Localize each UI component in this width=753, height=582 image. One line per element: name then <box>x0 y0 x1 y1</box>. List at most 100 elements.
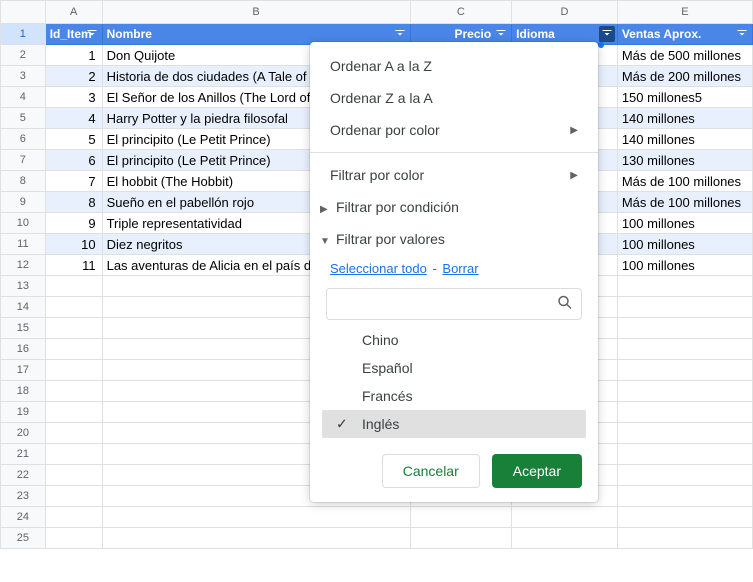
cell[interactable] <box>45 444 102 465</box>
cell[interactable] <box>617 381 752 402</box>
row-header[interactable]: 16 <box>1 339 46 360</box>
cell[interactable] <box>617 276 752 297</box>
cell[interactable] <box>102 507 410 528</box>
cell[interactable] <box>410 528 512 549</box>
cell[interactable]: 1 <box>45 45 102 66</box>
row-header[interactable]: 13 <box>1 276 46 297</box>
row-header[interactable]: 4 <box>1 87 46 108</box>
row-header-1[interactable]: 1 <box>1 24 46 45</box>
filter-by-condition[interactable]: ▶Filtrar por condición <box>310 191 598 223</box>
sort-az[interactable]: Ordenar A a la Z <box>310 50 598 82</box>
cell[interactable]: 9 <box>45 213 102 234</box>
cell[interactable] <box>45 423 102 444</box>
cell[interactable] <box>617 507 752 528</box>
corner-cell[interactable] <box>1 1 46 24</box>
filter-icon[interactable] <box>84 26 100 42</box>
filter-icon[interactable] <box>493 26 509 42</box>
header-id[interactable]: Id_Item <box>45 24 102 45</box>
filter-by-values[interactable]: ▼Filtrar por valores <box>310 223 598 255</box>
cell[interactable] <box>410 507 512 528</box>
cell[interactable]: 8 <box>45 192 102 213</box>
filter-value-item[interactable]: Chino <box>322 326 586 354</box>
cell[interactable]: 2 <box>45 66 102 87</box>
cell[interactable] <box>617 528 752 549</box>
row-header[interactable]: 24 <box>1 507 46 528</box>
col-header-A[interactable]: A <box>45 1 102 24</box>
col-header-E[interactable]: E <box>617 1 752 24</box>
cell[interactable] <box>512 507 618 528</box>
row-header[interactable]: 22 <box>1 465 46 486</box>
header-ventas[interactable]: Ventas Aprox. <box>617 24 752 45</box>
row-header[interactable]: 2 <box>1 45 46 66</box>
cell[interactable]: Más de 100 millones <box>617 192 752 213</box>
cell[interactable]: Más de 200 millones <box>617 66 752 87</box>
cell[interactable]: 140 millones <box>617 129 752 150</box>
filter-by-color[interactable]: Filtrar por color▶ <box>310 159 598 191</box>
cell[interactable] <box>617 318 752 339</box>
cell[interactable] <box>45 318 102 339</box>
cell[interactable] <box>617 360 752 381</box>
cell[interactable]: 100 millones <box>617 234 752 255</box>
cell[interactable]: Más de 500 millones <box>617 45 752 66</box>
row-header[interactable]: 20 <box>1 423 46 444</box>
cell[interactable] <box>45 402 102 423</box>
cell[interactable] <box>45 465 102 486</box>
cell[interactable] <box>617 402 752 423</box>
filter-icon[interactable] <box>392 26 408 42</box>
cell[interactable] <box>45 528 102 549</box>
cell[interactable] <box>45 276 102 297</box>
row-header[interactable]: 6 <box>1 129 46 150</box>
cell[interactable] <box>617 339 752 360</box>
row-header[interactable]: 3 <box>1 66 46 87</box>
row-header[interactable]: 7 <box>1 150 46 171</box>
cell[interactable] <box>45 297 102 318</box>
cell[interactable] <box>617 465 752 486</box>
filter-value-item[interactable]: Francés <box>322 382 586 410</box>
selection-handle[interactable] <box>598 42 604 48</box>
filter-value-item[interactable]: Español <box>322 354 586 382</box>
cell[interactable] <box>45 486 102 507</box>
row-header[interactable]: 5 <box>1 108 46 129</box>
cell[interactable]: 7 <box>45 171 102 192</box>
row-header[interactable]: 17 <box>1 360 46 381</box>
filter-search-input[interactable] <box>326 288 582 320</box>
cell[interactable] <box>45 507 102 528</box>
cell[interactable] <box>45 339 102 360</box>
cell[interactable]: 130 millones <box>617 150 752 171</box>
sort-by-color[interactable]: Ordenar por color▶ <box>310 114 598 146</box>
col-header-B[interactable]: B <box>102 1 410 24</box>
cell[interactable] <box>617 486 752 507</box>
ok-button[interactable]: Aceptar <box>492 454 582 488</box>
cell[interactable] <box>617 423 752 444</box>
row-header[interactable]: 18 <box>1 381 46 402</box>
row-header[interactable]: 9 <box>1 192 46 213</box>
cell[interactable]: 150 millones5 <box>617 87 752 108</box>
cancel-button[interactable]: Cancelar <box>382 454 480 488</box>
col-header-D[interactable]: D <box>512 1 618 24</box>
cell[interactable]: 140 millones <box>617 108 752 129</box>
cell[interactable] <box>45 381 102 402</box>
row-header[interactable]: 25 <box>1 528 46 549</box>
row-header[interactable]: 11 <box>1 234 46 255</box>
cell[interactable] <box>617 444 752 465</box>
cell[interactable]: 10 <box>45 234 102 255</box>
cell[interactable] <box>512 528 618 549</box>
row-header[interactable]: 14 <box>1 297 46 318</box>
cell[interactable]: Más de 100 millones <box>617 171 752 192</box>
cell[interactable] <box>45 360 102 381</box>
cell[interactable]: 6 <box>45 150 102 171</box>
row-header[interactable]: 19 <box>1 402 46 423</box>
cell[interactable]: 4 <box>45 108 102 129</box>
cell[interactable] <box>617 297 752 318</box>
filter-icon[interactable] <box>734 26 750 42</box>
row-header[interactable]: 8 <box>1 171 46 192</box>
row-header[interactable]: 23 <box>1 486 46 507</box>
cell[interactable]: 5 <box>45 129 102 150</box>
col-header-C[interactable]: C <box>410 1 512 24</box>
select-all-link[interactable]: Seleccionar todo <box>330 261 427 276</box>
row-header[interactable]: 21 <box>1 444 46 465</box>
cell[interactable]: 3 <box>45 87 102 108</box>
row-header[interactable]: 12 <box>1 255 46 276</box>
cell[interactable]: 100 millones <box>617 213 752 234</box>
filter-value-item[interactable]: ✓Inglés <box>322 410 586 438</box>
